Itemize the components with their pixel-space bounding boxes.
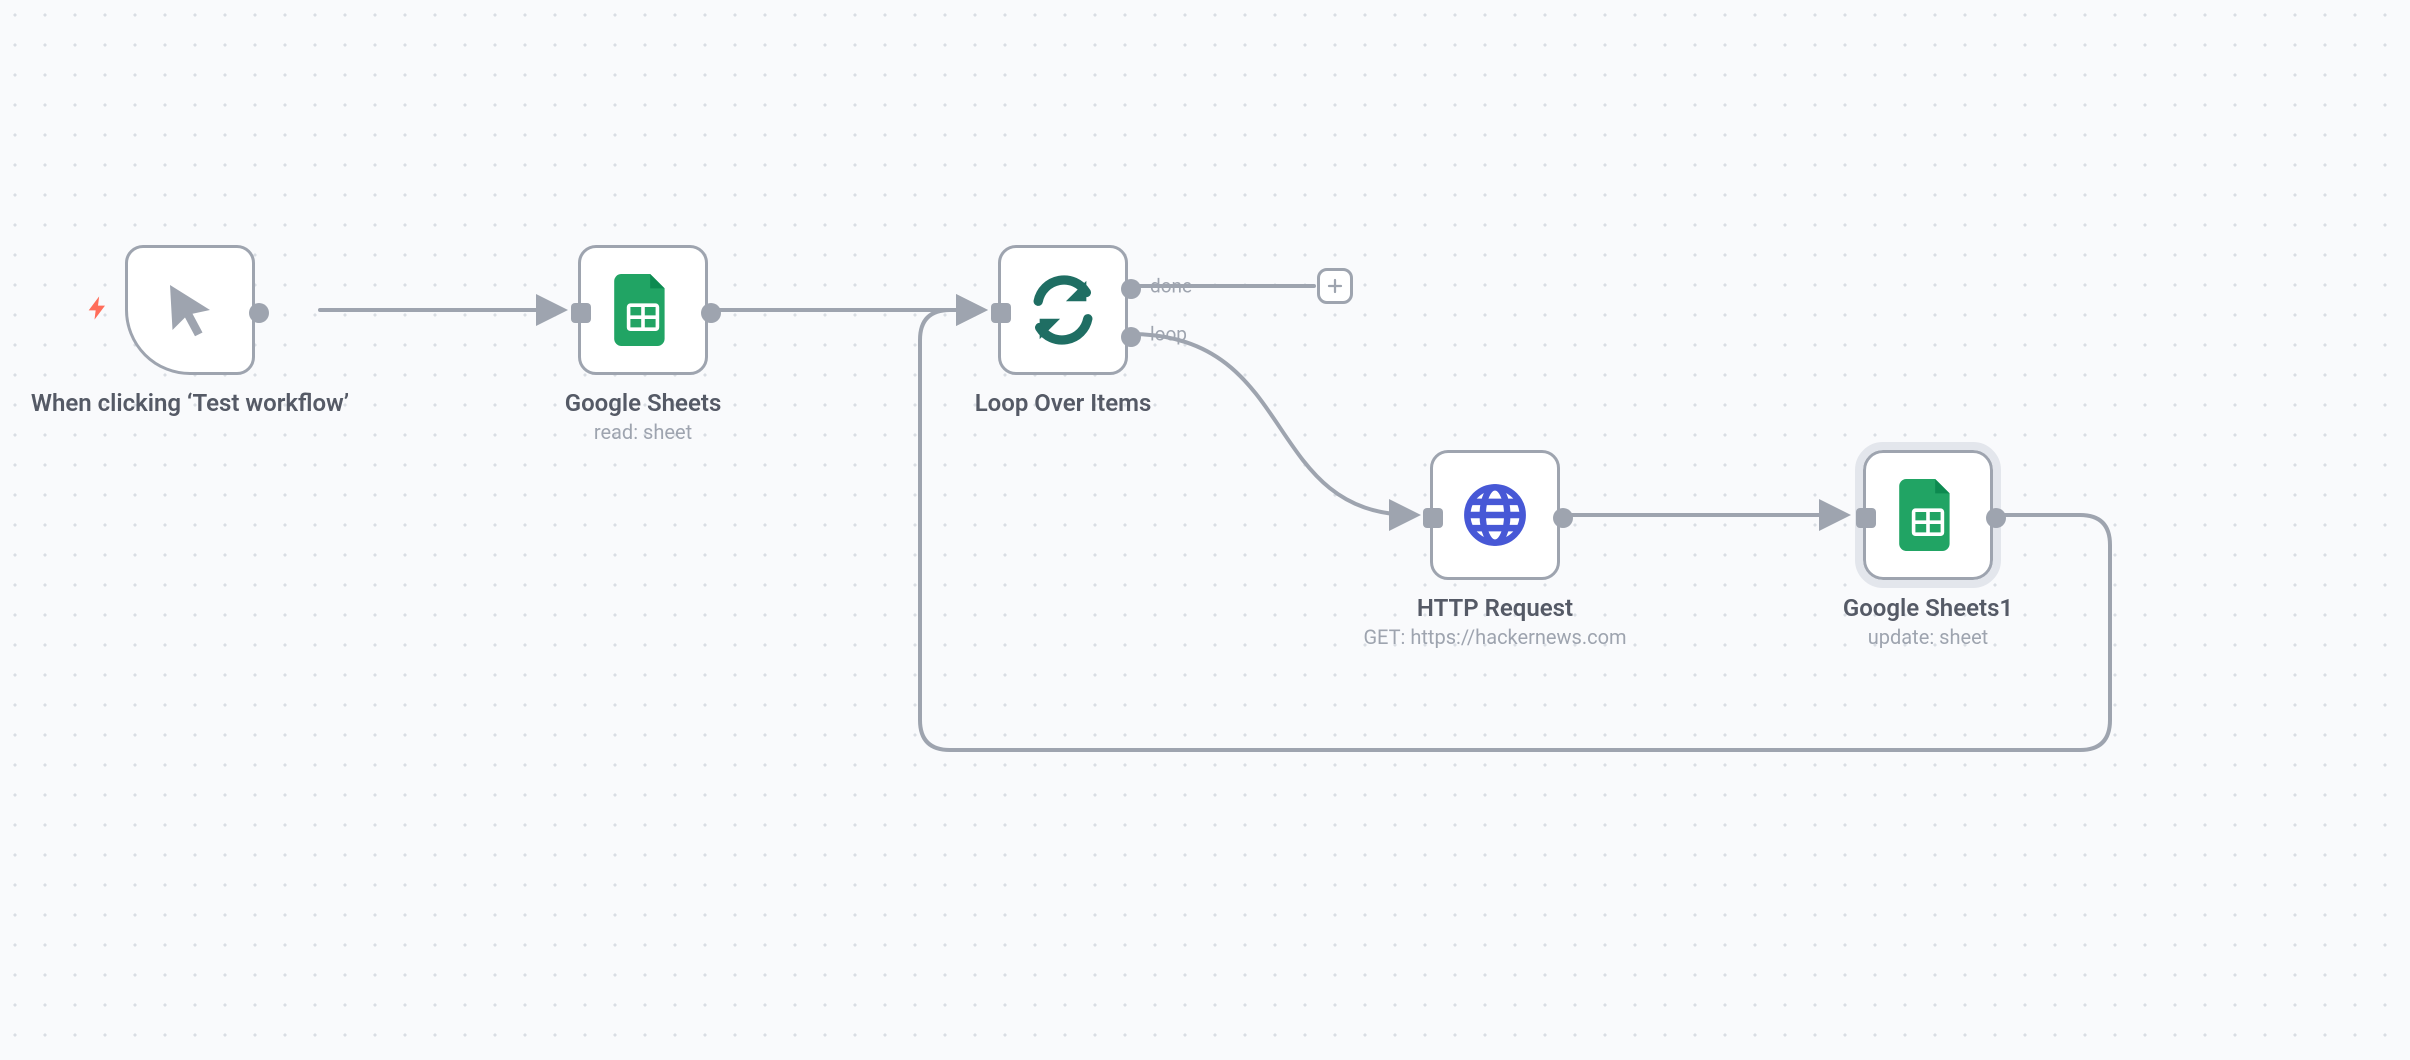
port-out[interactable] <box>701 303 721 323</box>
node-title: Loop Over Items <box>903 388 1223 418</box>
node-google-sheets-read[interactable]: Google Sheets read: sheet <box>578 245 708 375</box>
port-label-done: done <box>1150 275 1192 298</box>
node-title: When clicking ‘Test workflow’ <box>30 388 350 418</box>
add-node-button[interactable] <box>1317 268 1353 304</box>
port-in[interactable] <box>1423 508 1443 528</box>
node-subtitle: GET: https://hackernews.com <box>1305 625 1685 649</box>
port-in[interactable] <box>991 303 1011 323</box>
node-subtitle: read: sheet <box>483 420 803 444</box>
port-out[interactable] <box>249 303 269 323</box>
node-subtitle: update: sheet <box>1768 625 2088 649</box>
node-title: Google Sheets1 <box>1768 593 2088 623</box>
google-sheets-icon <box>613 274 673 346</box>
port-label-loop: loop <box>1150 323 1187 346</box>
port-in[interactable] <box>1856 508 1876 528</box>
workflow-canvas[interactable]: When clicking ‘Test workflow’ Google She… <box>0 0 2410 1060</box>
node-http-request[interactable]: HTTP Request GET: https://hackernews.com <box>1430 450 1560 580</box>
globe-icon <box>1460 480 1530 550</box>
bolt-icon <box>84 292 112 328</box>
plus-icon <box>1326 277 1344 295</box>
node-loop-over-items[interactable]: Loop Over Items <box>998 245 1128 375</box>
node-google-sheets-update[interactable]: Google Sheets1 update: sheet <box>1863 450 1993 580</box>
port-out-loop[interactable] <box>1121 327 1141 347</box>
port-out[interactable] <box>1986 508 2006 528</box>
cursor-icon <box>160 280 220 340</box>
node-trigger[interactable]: When clicking ‘Test workflow’ <box>125 245 255 375</box>
google-sheets-icon <box>1898 479 1958 551</box>
node-title: Google Sheets <box>483 388 803 418</box>
port-out[interactable] <box>1553 508 1573 528</box>
port-out-done[interactable] <box>1121 279 1141 299</box>
refresh-icon <box>1028 275 1098 345</box>
port-in[interactable] <box>571 303 591 323</box>
connectors-layer <box>0 0 2410 1060</box>
node-title: HTTP Request <box>1305 593 1685 623</box>
